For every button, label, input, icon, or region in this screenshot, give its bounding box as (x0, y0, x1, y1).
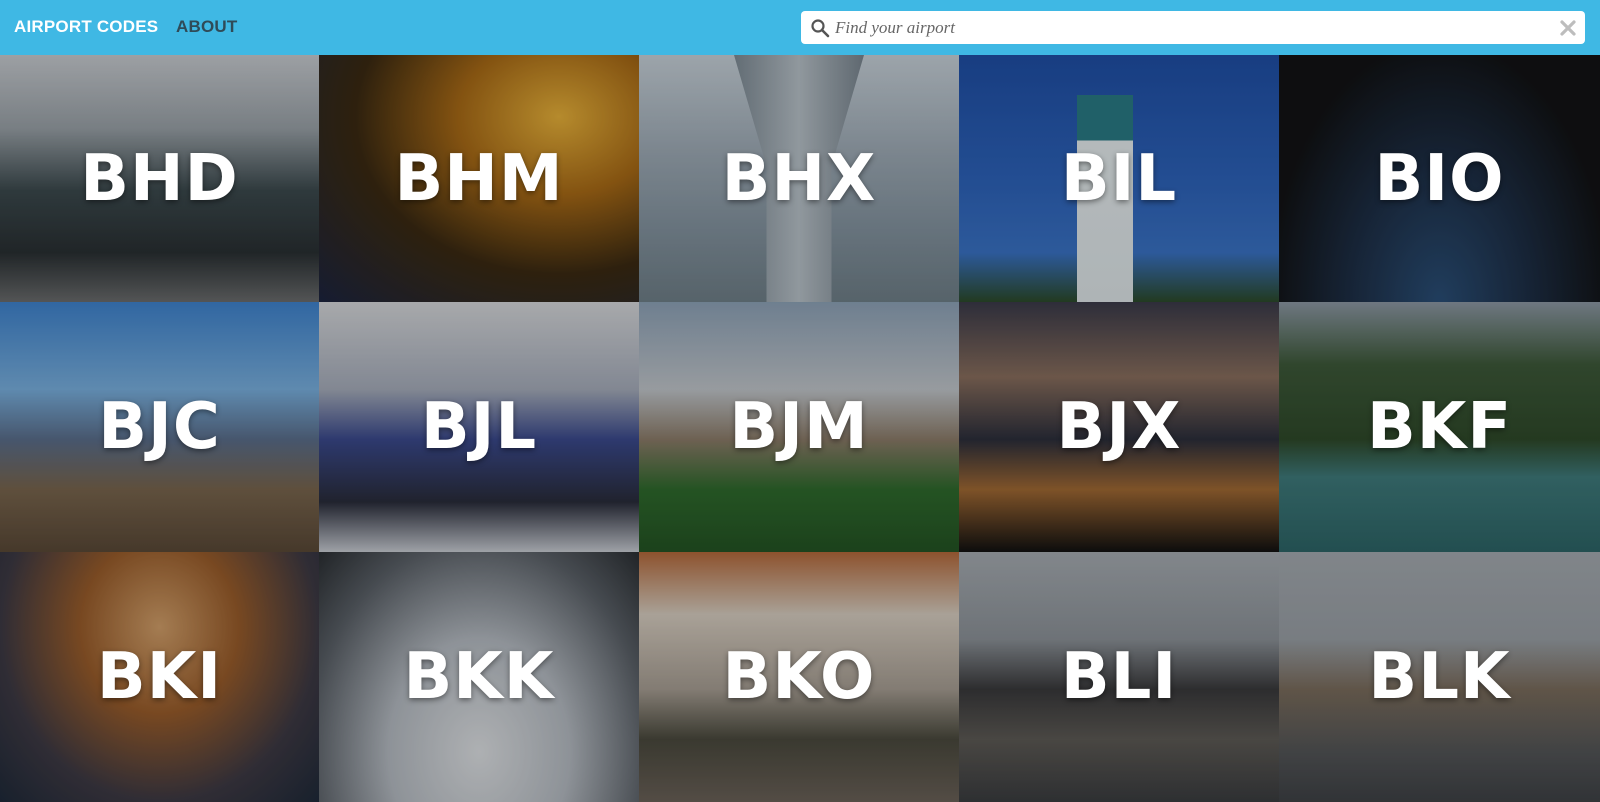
top-navigation-bar: AIRPORT CODES ABOUT (0, 0, 1600, 55)
airport-code: BJC (98, 390, 221, 464)
airport-tile[interactable]: BHD (0, 55, 319, 302)
airport-code: BIO (1374, 141, 1505, 216)
airport-code: BKK (403, 640, 555, 714)
airport-tile[interactable]: BKO (639, 552, 959, 802)
airport-tile[interactable]: BLK (1279, 552, 1600, 802)
airport-tile[interactable]: BKK (319, 552, 639, 802)
search-icon (811, 19, 830, 38)
airport-code: BKO (722, 640, 876, 714)
airport-code: BJM (729, 390, 869, 464)
search-input[interactable] (835, 11, 1535, 44)
airport-tile[interactable]: BJL (319, 302, 639, 552)
airport-code: BKF (1366, 390, 1513, 464)
airport-code: BHX (721, 141, 877, 216)
airport-tile[interactable]: BIL (959, 55, 1279, 302)
airport-tile[interactable]: BJC (0, 302, 319, 552)
airport-code: BLI (1060, 640, 1178, 714)
airport-code: BJX (1056, 390, 1182, 464)
airport-code: BJL (420, 390, 538, 464)
airport-tile[interactable]: BIO (1279, 55, 1600, 302)
airport-tile[interactable]: BHM (319, 55, 639, 302)
airport-code: BHD (80, 141, 239, 216)
airport-code: BLK (1368, 640, 1511, 714)
airport-tile[interactable]: BKF (1279, 302, 1600, 552)
airport-code: BHM (394, 141, 564, 216)
airport-code: BKI (96, 640, 223, 714)
airport-tile[interactable]: BKI (0, 552, 319, 802)
brand-link[interactable]: AIRPORT CODES (14, 17, 158, 37)
about-link[interactable]: ABOUT (176, 17, 237, 37)
airport-grid: BHD BHM BHX BIL BIO BJC BJL BJM BJX BKF (0, 55, 1600, 802)
airport-tile[interactable]: BJX (959, 302, 1279, 552)
airport-tile[interactable]: BHX (639, 55, 959, 302)
airport-tile[interactable]: BLI (959, 552, 1279, 802)
airport-tile[interactable]: BJM (639, 302, 959, 552)
close-icon[interactable] (1559, 19, 1577, 37)
search-box[interactable] (801, 11, 1585, 44)
airport-code: BIL (1060, 141, 1178, 216)
